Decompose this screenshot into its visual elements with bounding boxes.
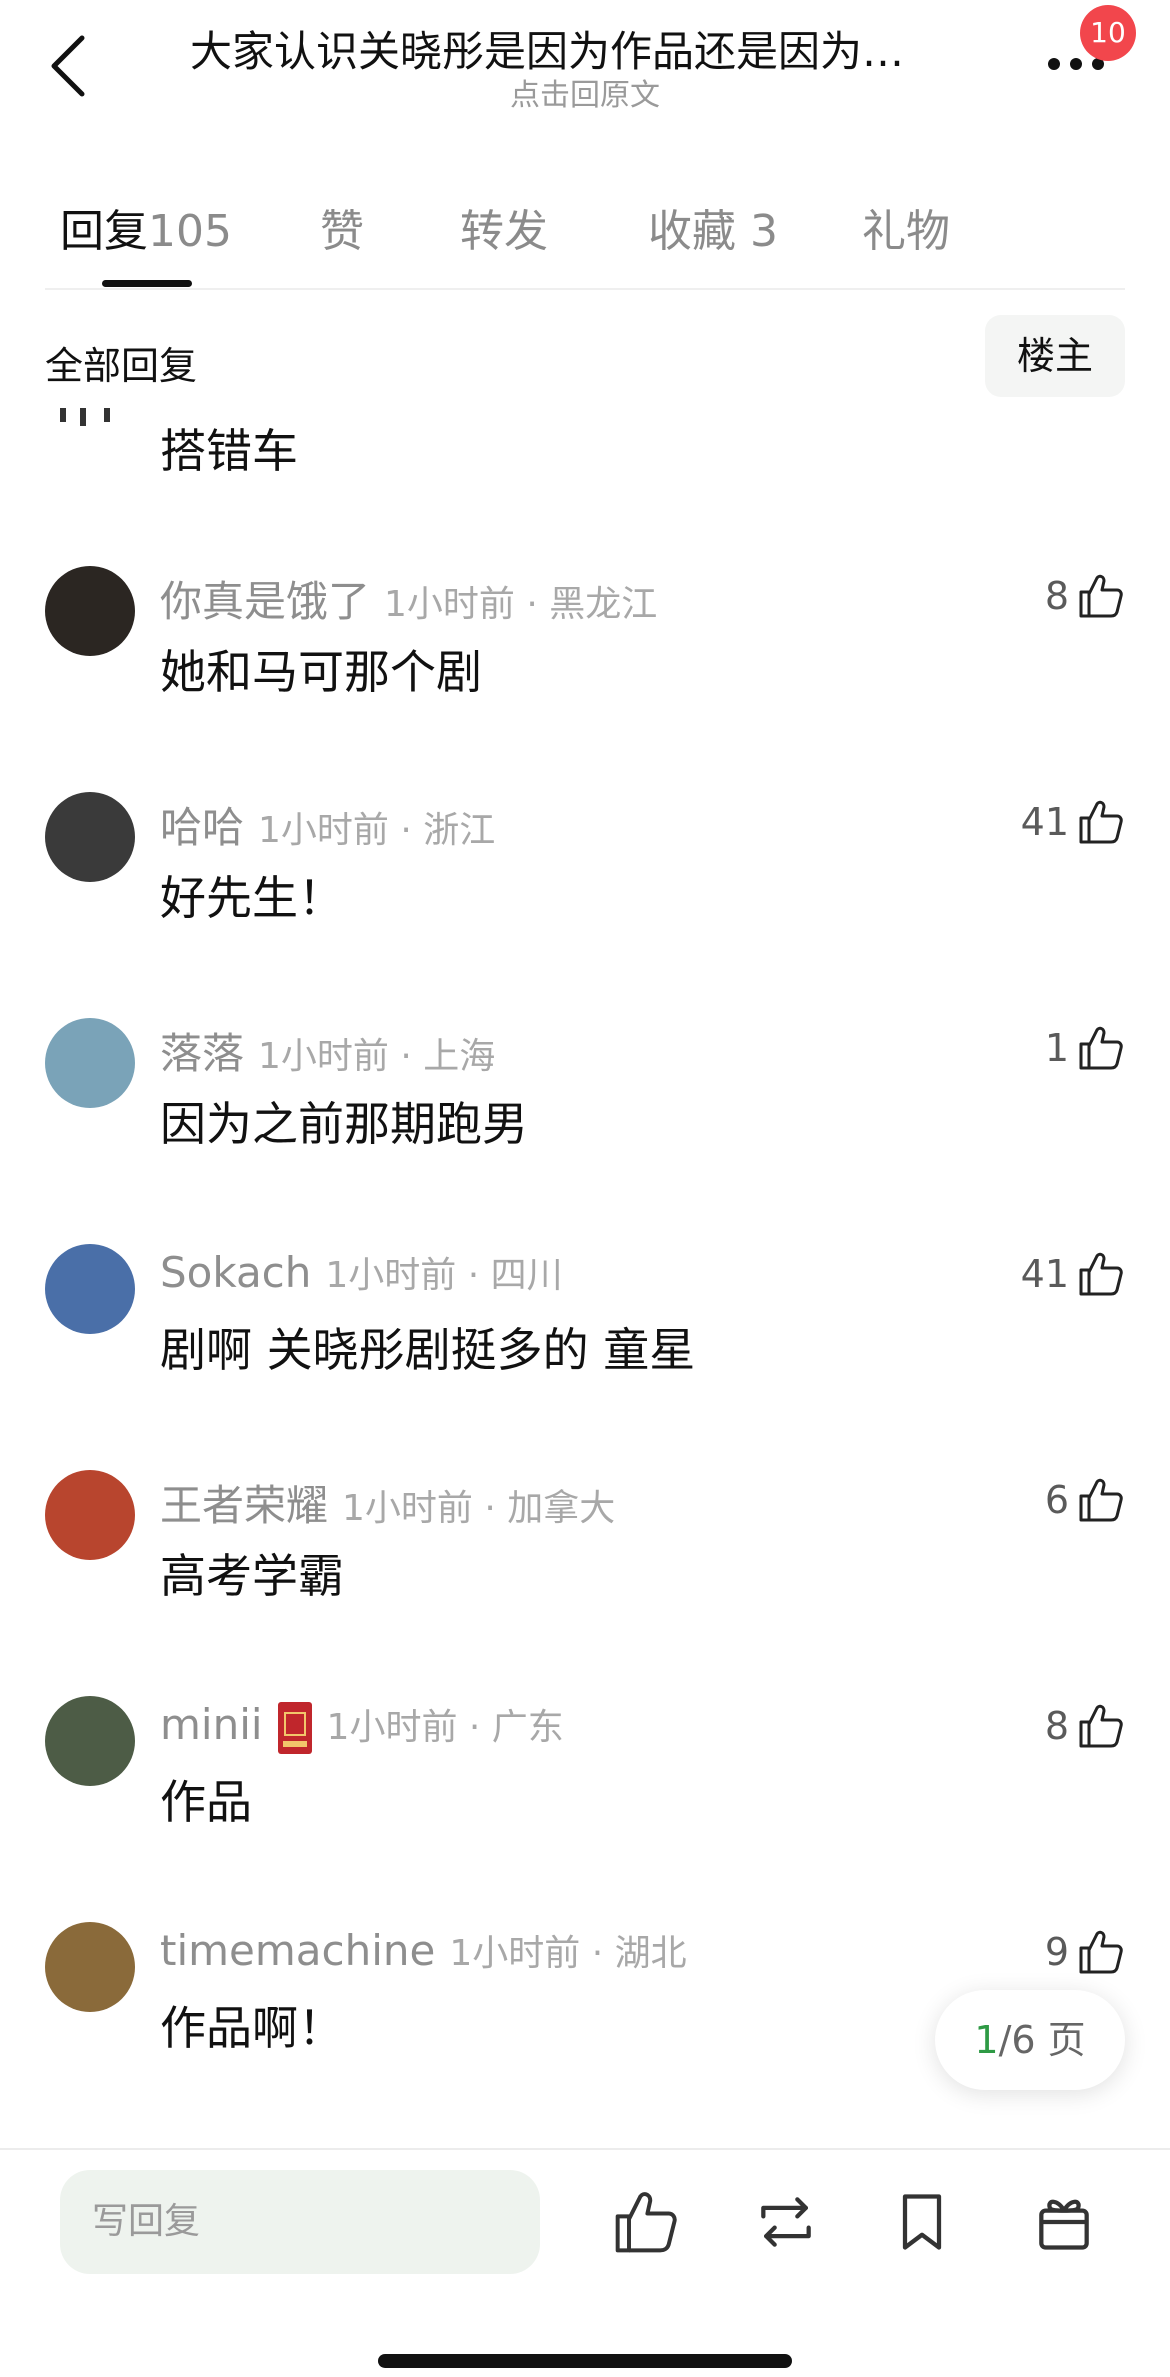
comment-text: 作品 — [160, 1775, 252, 1829]
divider — [45, 288, 1125, 290]
pagination-indicator[interactable]: 1/6 页 — [935, 1990, 1125, 2090]
comment-time-location: 1小时前 · 四川 — [325, 1255, 563, 1296]
tab-reposts[interactable]: 转发 — [460, 195, 548, 259]
like-button[interactable]: 41 — [1021, 792, 1125, 852]
gift-badge-icon — [277, 1701, 312, 1754]
avatar[interactable] — [45, 792, 135, 882]
tab-label: 转发 — [460, 206, 548, 257]
comment-text: 因为之前那期跑男 — [160, 1097, 528, 1151]
thumbs-up-icon — [1079, 574, 1123, 618]
comment-time-location: 1小时前 · 黑龙江 — [384, 584, 658, 625]
avatar[interactable] — [45, 1018, 135, 1108]
current-page: 1 — [974, 2018, 999, 2062]
divider — [0, 2148, 1170, 2150]
username[interactable]: Sokach — [160, 1248, 311, 1297]
thumbs-up-icon — [1079, 1704, 1123, 1748]
like-count: 6 — [1044, 1478, 1069, 1522]
more-icon — [1048, 58, 1060, 70]
like-count: 8 — [1044, 1704, 1069, 1748]
avatar[interactable] — [45, 566, 135, 656]
comment-text: 她和马可那个剧 — [160, 645, 482, 699]
thumbs-up-icon — [1079, 1026, 1123, 1070]
comment-text: 好先生！ — [160, 871, 344, 925]
like-button[interactable]: 6 — [1045, 1470, 1125, 1530]
tab-favorites[interactable]: 收藏 3 — [648, 195, 778, 259]
tab-label: 礼物 — [862, 206, 950, 257]
comment-time-location: 1小时前 · 湖北 — [449, 1933, 687, 1974]
comment-text: 剧啊 关晓彤剧挺多的 童星 — [160, 1323, 696, 1377]
like-button[interactable]: 1 — [1045, 1018, 1125, 1078]
home-indicator — [378, 2354, 792, 2368]
username[interactable]: minii — [160, 1700, 263, 1749]
gift-button[interactable] — [1030, 2188, 1098, 2256]
like-button[interactable]: 8 — [1045, 566, 1125, 626]
bookmark-button[interactable] — [888, 2188, 956, 2256]
tab-likes[interactable]: 赞 — [320, 195, 364, 259]
like-count: 8 — [1044, 574, 1069, 618]
avatar[interactable] — [45, 1244, 135, 1334]
gift-icon — [1039, 2199, 1089, 2250]
thumbs-up-icon — [1079, 800, 1123, 844]
like-button[interactable]: 41 — [1021, 1244, 1125, 1304]
comment-time-location: 1小时前 · 浙江 — [258, 810, 496, 851]
thumbs-up-icon — [1079, 1478, 1123, 1522]
avatar[interactable] — [45, 1696, 135, 1786]
comment-text: 搭错车 — [160, 424, 298, 478]
tab-label: 收藏 — [648, 206, 736, 257]
like-count: 41 — [1020, 1252, 1069, 1296]
all-replies-heading: 全部回复 — [45, 344, 198, 388]
bookmark-icon — [902, 2194, 942, 2250]
tab-label: 赞 — [320, 206, 364, 257]
comment-time-location: 1小时前 · 广东 — [326, 1707, 564, 1748]
thumbs-up-icon — [1079, 1930, 1123, 1974]
like-button[interactable]: 9 — [1045, 1922, 1125, 1982]
comment-item: Sokach 1小时前 · 四川 剧啊 关晓彤剧挺多的 童星 41 — [0, 1244, 1170, 1472]
owner-only-button[interactable]: 楼主 — [985, 315, 1125, 397]
like-count: 9 — [1044, 1930, 1069, 1974]
tab-gifts[interactable]: 礼物 — [862, 195, 950, 259]
username[interactable]: 你真是饿了 — [160, 577, 370, 626]
like-count: 1 — [1044, 1026, 1069, 1070]
like-count: 41 — [1020, 800, 1069, 844]
comment-time-location: 1小时前 · 上海 — [258, 1036, 496, 1077]
total-pages: /6 页 — [998, 2018, 1086, 2062]
comment-item: 落落 1小时前 · 上海 因为之前那期跑男 1 — [0, 1018, 1170, 1246]
thumbs-up-icon — [615, 2192, 677, 2253]
tab-count: 3 — [750, 206, 778, 257]
avatar[interactable] — [45, 1922, 135, 2012]
username[interactable]: timemachine — [160, 1926, 435, 1975]
tab-replies[interactable]: 回复105 — [60, 195, 232, 259]
comment-item: minii 1小时前 · 广东 作品 8 — [0, 1696, 1170, 1924]
avatar[interactable] — [45, 1470, 135, 1560]
comment-text: 高考学霸 — [160, 1549, 344, 1603]
username[interactable]: 王者荣耀 — [160, 1481, 328, 1530]
comment-time-location: 1小时前 · 加拿大 — [342, 1488, 616, 1529]
reply-input[interactable]: 写回复 — [60, 2170, 540, 2274]
username[interactable]: 哈哈 — [160, 803, 244, 852]
notification-badge: 10 — [1080, 5, 1136, 61]
comment-item: 王者荣耀 1小时前 · 加拿大 高考学霸 6 — [0, 1470, 1170, 1698]
avatar — [60, 408, 120, 428]
thumbs-up-icon — [1079, 1252, 1123, 1296]
comment-item: 哈哈 1小时前 · 浙江 好先生！ 41 — [0, 792, 1170, 1020]
like-button[interactable]: 8 — [1045, 1696, 1125, 1756]
repost-button[interactable] — [752, 2188, 820, 2256]
like-post-button[interactable] — [612, 2188, 680, 2256]
back-to-original-link[interactable]: 点击回原文 — [0, 70, 1170, 114]
comment-text: 作品啊！ — [160, 2001, 344, 2055]
tab-label: 回复 — [60, 206, 148, 257]
tab-active-indicator — [102, 280, 192, 287]
username[interactable]: 落落 — [160, 1029, 244, 1078]
tab-count: 105 — [148, 206, 232, 257]
repost-icon — [761, 2197, 811, 2247]
comment-item: 你真是饿了 1小时前 · 黑龙江 她和马可那个剧 8 — [0, 566, 1170, 794]
